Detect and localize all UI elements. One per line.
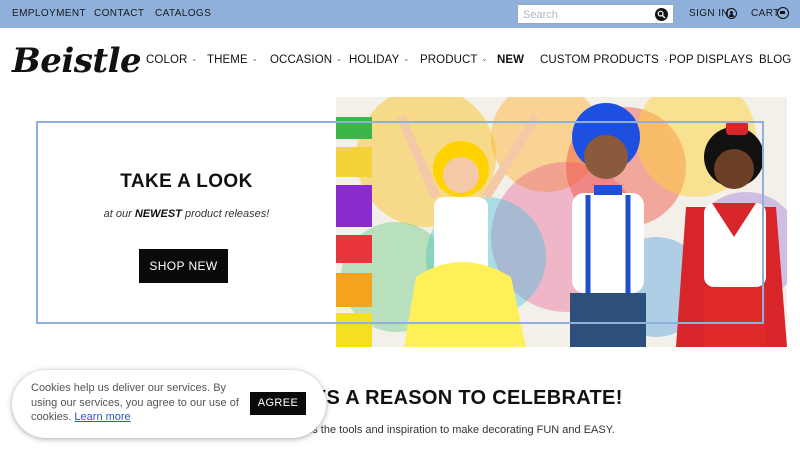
beistle-logo[interactable]: Beistle [12, 41, 142, 81]
search-icon[interactable] [655, 8, 668, 21]
top-utility-bar: EMPLOYMENT CONTACT CATALOGS SIGN IN CART [0, 0, 800, 28]
nav-item-color[interactable]: COLOR ⌄ [146, 54, 197, 66]
chevron-down-icon: ⌄ [251, 56, 258, 63]
hero-subtitle-post: product releases! [181, 208, 270, 220]
chevron-down-icon: ⌄ [336, 56, 343, 63]
contact-link[interactable]: CONTACT [94, 8, 144, 19]
hero-subtitle-emphasis: NEWEST [134, 208, 182, 220]
agree-button[interactable]: AGREE [250, 392, 306, 415]
cookie-text: Cookies help us deliver our services. By… [31, 382, 239, 423]
nav-label: PRODUCT [420, 54, 478, 66]
user-account-icon[interactable] [726, 8, 737, 19]
hero-card [38, 123, 335, 322]
catalogs-link[interactable]: CATALOGS [155, 8, 211, 19]
nav-item-blog[interactable]: BLOG [759, 54, 791, 66]
sign-in-link[interactable]: SIGN IN [689, 8, 729, 19]
nav-label: COLOR [146, 54, 188, 66]
cart-icon[interactable] [777, 7, 789, 19]
nav-item-theme[interactable]: THEME ⌄ [207, 54, 258, 66]
nav-item-custom-products[interactable]: CUSTOM PRODUCTS ⌄ [540, 54, 669, 66]
search-box [517, 4, 674, 24]
hero-subtitle: at our NEWEST product releases! [38, 208, 335, 220]
nav-item-new[interactable]: NEW [497, 54, 524, 66]
chevron-down-icon: ⌄ [662, 56, 669, 63]
nav-label: CUSTOM PRODUCTS [540, 54, 659, 66]
learn-more-link[interactable]: Learn more [74, 411, 130, 423]
cookie-consent-banner: Cookies help us deliver our services. By… [12, 370, 326, 438]
chevron-down-icon: ⌄ [403, 56, 410, 63]
section-description: des the tools and inspiration to make de… [300, 424, 615, 436]
shop-new-button[interactable]: SHOP NEW [139, 249, 228, 283]
nav-label: HOLIDAY [349, 54, 400, 66]
cookie-message: Cookies help us deliver our services. By… [31, 381, 245, 425]
hero-title: TAKE A LOOK [120, 171, 253, 192]
section-heading: AYS A REASON TO CELEBRATE! [300, 387, 623, 409]
nav-item-occasion[interactable]: OCCASION ⌄ [270, 54, 342, 66]
nav-item-holiday[interactable]: HOLIDAY ⌄ [349, 54, 409, 66]
search-input[interactable] [523, 7, 653, 22]
nav-item-product[interactable]: PRODUCT ⌄ [420, 54, 488, 66]
cart-link[interactable]: CART [751, 8, 780, 19]
hero-subtitle-pre: at our [103, 208, 135, 220]
nav-label: THEME [207, 54, 248, 66]
nav-label: OCCASION [270, 54, 333, 66]
chevron-down-icon: ⌄ [191, 56, 198, 63]
nav-item-pop-displays[interactable]: POP DISPLAYS [669, 54, 753, 66]
employment-link[interactable]: EMPLOYMENT [12, 8, 86, 19]
chevron-down-icon: ⌄ [481, 56, 488, 63]
